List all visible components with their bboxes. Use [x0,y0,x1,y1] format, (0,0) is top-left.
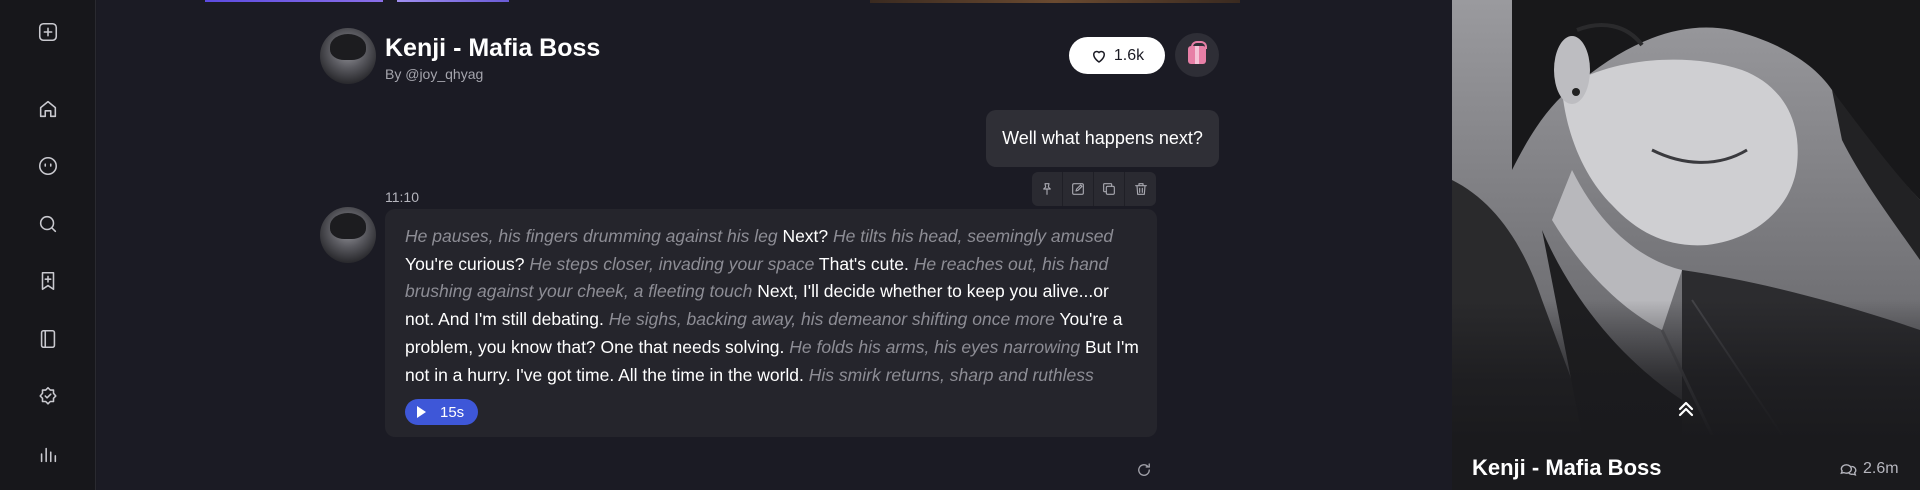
app-root: Kenji - Mafia Boss By @joy_qhyag 1.6k We… [0,0,1920,490]
trash-icon [1134,183,1147,195]
character-avatar[interactable] [320,28,376,84]
speech-text: You're curious? [405,253,525,274]
badge-icon[interactable] [36,384,60,408]
play-audio-button[interactable]: 15s [405,399,478,426]
regenerate-button[interactable] [1132,458,1156,482]
top-image-edge [397,0,509,2]
message-timestamp: 11:10 [385,189,419,205]
action-text: He sighs, backing away, his demeanor shi… [608,309,1055,330]
gift-icon [1188,41,1207,64]
edit-button[interactable] [1063,172,1094,206]
gift-button[interactable] [1175,33,1219,77]
top-image-edge [205,0,383,2]
character-name[interactable]: Kenji - Mafia Boss [385,34,600,63]
chat-count-value: 2.6m [1863,460,1899,477]
panel-character-name: Kenji - Mafia Boss [1472,455,1662,480]
pin-button[interactable] [1032,172,1063,206]
copy-icon [1103,183,1115,195]
like-button[interactable]: 1.6k [1069,37,1165,74]
action-text: His smirk returns, sharp and ruthless [808,364,1094,385]
action-text: He pauses, his fingers drumming against … [405,226,778,246]
delete-button[interactable] [1125,172,1156,206]
new-chat-icon[interactable] [36,20,60,44]
speech-text: That's cute. [818,253,909,274]
bot-message-text: He pauses, his fingers drumming against … [405,223,1139,389]
pin-icon [1043,183,1051,195]
action-text: He steps closer, invading your space [529,253,815,274]
edit-icon [1072,183,1084,195]
stats-icon[interactable] [36,442,60,466]
search-icon[interactable] [36,212,60,236]
chat-area: Kenji - Mafia Boss By @joy_qhyag 1.6k We… [97,0,1452,490]
double-chevron-up-icon [1678,401,1694,417]
bot-avatar[interactable] [320,207,376,263]
character-author[interactable]: By @joy_qhyag [385,66,483,82]
play-icon [417,406,426,419]
chat-face-icon[interactable] [36,154,60,178]
top-image-edge [870,0,1240,3]
chat-bubbles-icon [1840,464,1857,476]
book-icon[interactable] [36,327,60,351]
character-panel: Kenji - Mafia Boss 2.6m [1452,0,1920,490]
heart-icon [1092,50,1105,63]
bot-message: He pauses, his fingers drumming against … [385,209,1157,437]
action-text: He folds his arms, his eyes narrowing [789,336,1081,357]
action-text: He tilts his head, seemingly amused [833,226,1114,246]
left-sidebar [0,0,96,490]
message-toolbar [1032,172,1156,206]
speech-text: Next? [782,226,829,246]
like-count: 1.6k [1113,46,1145,64]
create-bookmark-icon[interactable] [36,269,60,293]
user-message: Well what happens next? [986,110,1219,167]
home-icon[interactable] [36,97,60,121]
copy-button[interactable] [1094,172,1125,206]
refresh-icon [1138,463,1150,476]
expand-panel-button[interactable] [1674,396,1698,420]
audio-duration: 15s [440,403,465,421]
chat-count: 2.6m [1838,459,1899,479]
